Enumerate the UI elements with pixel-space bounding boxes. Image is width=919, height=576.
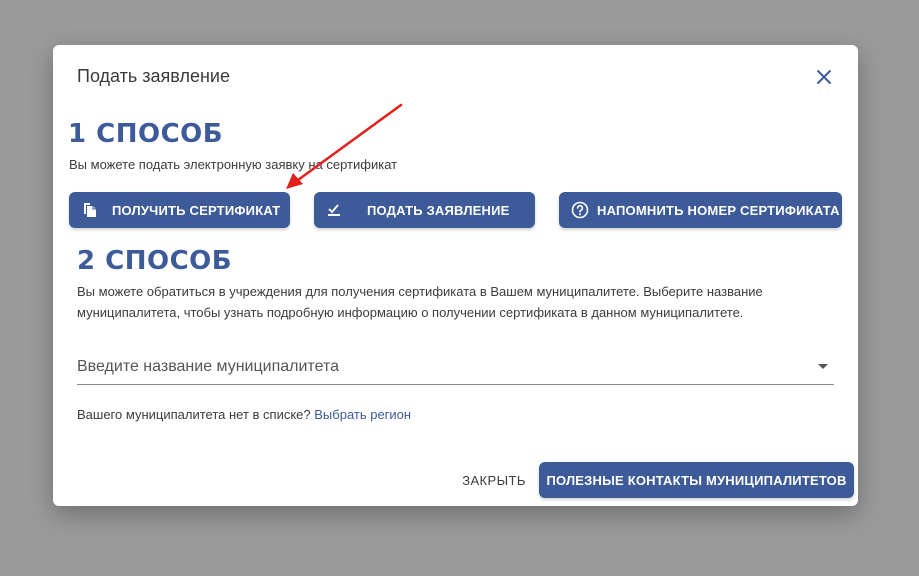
remind-certificate-number-label: НАПОМНИТЬ НОМЕР СЕРТИФИКАТА [597, 202, 840, 218]
method2-description: Вы можете обратиться в учреждения для по… [77, 284, 763, 320]
method1-heading: 1 СПОСОБ [68, 119, 224, 149]
document-copy-icon [84, 203, 96, 217]
submit-application-dialog: Подать заявление 1 СПОСОБ Вы можете пода… [53, 45, 858, 506]
dialog-title: Подать заявление [77, 66, 230, 86]
submit-application-button[interactable]: ПОДАТЬ ЗАЯВЛЕНИЕ [314, 192, 535, 228]
close-button[interactable] [812, 65, 836, 89]
municipality-select[interactable]: Введите название муниципалитета [77, 350, 834, 385]
remind-certificate-number-button[interactable]: НАПОМНИТЬ НОМЕР СЕРТИФИКАТА [559, 192, 842, 228]
chevron-down-icon [818, 364, 828, 369]
close-icon [817, 70, 831, 84]
submit-application-label: ПОДАТЬ ЗАЯВЛЕНИЕ [367, 202, 510, 218]
useful-contacts-button[interactable]: ПОЛЕЗНЫЕ КОНТАКТЫ МУНИЦИПАЛИТЕТОВ [539, 462, 854, 498]
choose-region-link[interactable]: Выбрать регион [314, 407, 411, 422]
help-circle-icon [571, 201, 589, 219]
method2-heading: 2 СПОСОБ [77, 246, 233, 276]
close-dialog-button[interactable]: ЗАКРЫТЬ [451, 462, 537, 498]
get-certificate-button[interactable]: ПОЛУЧИТЬ СЕРТИФИКАТ [69, 192, 290, 228]
check-list-icon [328, 204, 340, 216]
municipality-select-placeholder: Введите название муниципалитета [77, 358, 339, 375]
method1-description: Вы можете подать электронную заявку на с… [69, 157, 398, 172]
municipality-missing-note: Вашего муниципалитета нет в списке? Выбр… [77, 407, 411, 422]
municipality-missing-text: Вашего муниципалитета нет в списке? [77, 407, 311, 422]
get-certificate-label: ПОЛУЧИТЬ СЕРТИФИКАТ [112, 202, 281, 218]
